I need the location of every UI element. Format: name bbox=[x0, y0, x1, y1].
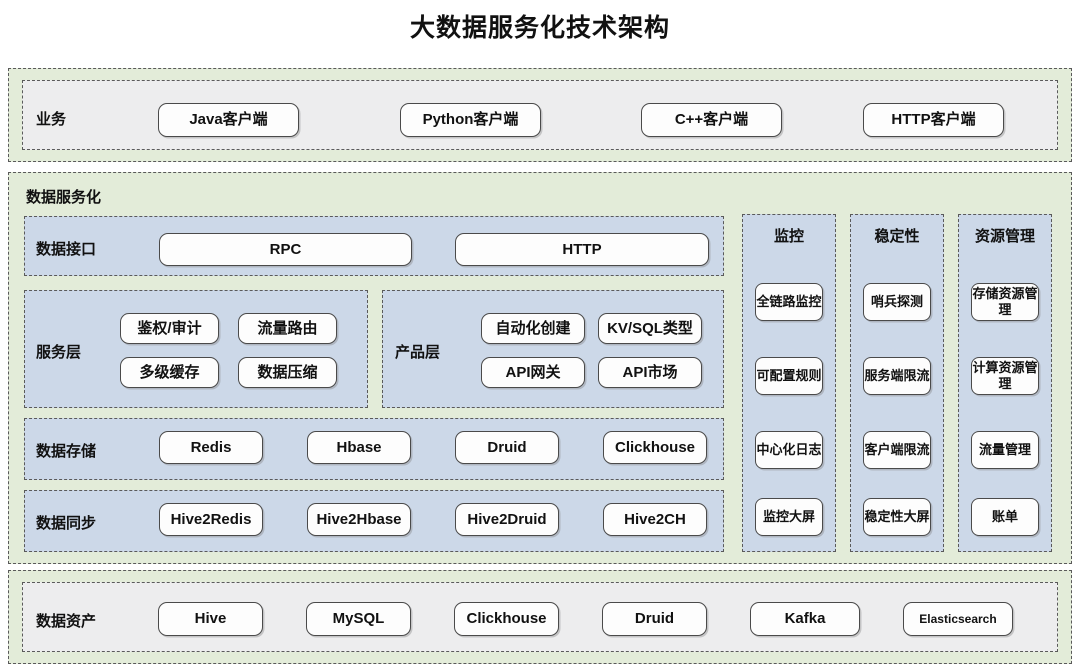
data-assets-item-hive[interactable]: Hive bbox=[158, 602, 263, 636]
resource-item-storage-resource-management[interactable]: 存储资源管理 bbox=[971, 283, 1039, 321]
business-item-cpp-client[interactable]: C++客户端 bbox=[641, 103, 782, 137]
data-interface-item-rpc[interactable]: RPC bbox=[159, 233, 412, 266]
data-sync-item-hive2ch[interactable]: Hive2CH bbox=[603, 503, 707, 536]
architecture-diagram: 大数据服务化技术架构 业务 Java客户端 Python客户端 C++客户端 H… bbox=[0, 0, 1080, 672]
data-interface-row-label: 数据接口 bbox=[36, 238, 96, 259]
service-layer-item-multilevel-cache[interactable]: 多级缓存 bbox=[120, 357, 219, 388]
service-layer-row-label: 服务层 bbox=[36, 341, 81, 362]
data-assets-row-label: 数据资产 bbox=[36, 610, 96, 631]
monitoring-item-monitoring-dashboard[interactable]: 监控大屏 bbox=[755, 498, 823, 536]
business-item-http-client[interactable]: HTTP客户端 bbox=[863, 103, 1004, 137]
monitoring-item-centralized-logs[interactable]: 中心化日志 bbox=[755, 431, 823, 469]
data-storage-row-label: 数据存储 bbox=[36, 440, 96, 461]
data-assets-item-mysql[interactable]: MySQL bbox=[306, 602, 411, 636]
stability-item-sentinel-probe[interactable]: 哨兵探测 bbox=[863, 283, 931, 321]
product-layer-item-kv-sql-type[interactable]: KV/SQL类型 bbox=[598, 313, 702, 344]
stability-item-stability-dashboard[interactable]: 稳定性大屏 bbox=[863, 498, 931, 536]
service-layer-item-data-compression[interactable]: 数据压缩 bbox=[238, 357, 337, 388]
service-layer-item-auth-audit[interactable]: 鉴权/审计 bbox=[120, 313, 219, 344]
data-assets-item-kafka[interactable]: Kafka bbox=[750, 602, 860, 636]
data-storage-item-druid[interactable]: Druid bbox=[455, 431, 559, 464]
data-interface-item-http[interactable]: HTTP bbox=[455, 233, 709, 266]
resource-item-billing[interactable]: 账单 bbox=[971, 498, 1039, 536]
product-layer-item-api-marketplace[interactable]: API市场 bbox=[598, 357, 702, 388]
business-row-label: 业务 bbox=[36, 108, 66, 129]
data-storage-item-hbase[interactable]: Hbase bbox=[307, 431, 411, 464]
data-sync-row-label: 数据同步 bbox=[36, 512, 96, 533]
data-sync-item-hive2redis[interactable]: Hive2Redis bbox=[159, 503, 263, 536]
product-layer-item-auto-create[interactable]: 自动化创建 bbox=[481, 313, 585, 344]
resource-management-column-heading: 资源管理 bbox=[958, 226, 1052, 247]
data-storage-item-clickhouse[interactable]: Clickhouse bbox=[603, 431, 707, 464]
product-layer-row-label: 产品层 bbox=[395, 341, 440, 362]
stability-item-client-rate-limit[interactable]: 客户端限流 bbox=[863, 431, 931, 469]
page-title: 大数据服务化技术架构 bbox=[0, 8, 1080, 44]
data-storage-item-redis[interactable]: Redis bbox=[159, 431, 263, 464]
stability-column-heading: 稳定性 bbox=[850, 226, 944, 247]
resource-item-traffic-management[interactable]: 流量管理 bbox=[971, 431, 1039, 469]
product-layer-item-api-gateway[interactable]: API网关 bbox=[481, 357, 585, 388]
stability-item-server-rate-limit[interactable]: 服务端限流 bbox=[863, 357, 931, 395]
monitoring-column-heading: 监控 bbox=[742, 226, 836, 247]
business-item-java-client[interactable]: Java客户端 bbox=[158, 103, 299, 137]
business-item-python-client[interactable]: Python客户端 bbox=[400, 103, 541, 137]
data-assets-item-druid[interactable]: Druid bbox=[602, 602, 707, 636]
resource-item-compute-resource-management[interactable]: 计算资源管理 bbox=[971, 357, 1039, 395]
data-service-heading: 数据服务化 bbox=[26, 186, 101, 207]
data-assets-item-clickhouse[interactable]: Clickhouse bbox=[454, 602, 559, 636]
data-sync-item-hive2hbase[interactable]: Hive2Hbase bbox=[307, 503, 411, 536]
data-assets-item-elasticsearch[interactable]: Elasticsearch bbox=[903, 602, 1013, 636]
monitoring-item-full-link-monitoring[interactable]: 全链路监控 bbox=[755, 283, 823, 321]
data-sync-item-hive2druid[interactable]: Hive2Druid bbox=[455, 503, 559, 536]
service-layer-item-traffic-routing[interactable]: 流量路由 bbox=[238, 313, 337, 344]
monitoring-item-configurable-rules[interactable]: 可配置规则 bbox=[755, 357, 823, 395]
